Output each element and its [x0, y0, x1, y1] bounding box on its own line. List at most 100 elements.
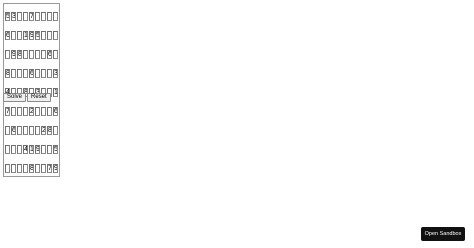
board-cell-container — [23, 43, 28, 61]
board-row — [5, 157, 58, 175]
board-cell-container — [11, 5, 16, 23]
board-cell-container — [11, 100, 16, 118]
board-cell-container — [35, 119, 40, 137]
board-cell-container — [35, 24, 40, 42]
sudoku-cell-input[interactable] — [35, 164, 40, 173]
open-sandbox-button[interactable]: Open Sandbox — [421, 227, 465, 241]
sudoku-cell-input[interactable] — [53, 164, 58, 173]
sudoku-cell-input[interactable] — [41, 31, 46, 40]
sudoku-cell-input[interactable] — [11, 145, 16, 154]
sudoku-cell-input[interactable] — [47, 31, 52, 40]
sudoku-cell-input[interactable] — [29, 69, 34, 78]
sudoku-cell-input[interactable] — [41, 126, 46, 135]
sudoku-cell-input[interactable] — [47, 164, 52, 173]
sudoku-cell-input[interactable] — [35, 50, 40, 59]
sudoku-cell-input[interactable] — [53, 12, 58, 21]
board-row — [5, 62, 58, 80]
sudoku-cell-input[interactable] — [29, 164, 34, 173]
sudoku-cell-input[interactable] — [17, 145, 22, 154]
sudoku-cell-input[interactable] — [17, 107, 22, 116]
sudoku-cell-input[interactable] — [5, 31, 10, 40]
sudoku-cell-input[interactable] — [17, 50, 22, 59]
board-cell-container — [23, 119, 28, 137]
sudoku-cell-input[interactable] — [53, 31, 58, 40]
solve-button[interactable]: Solve — [3, 93, 27, 102]
sudoku-cell-input[interactable] — [17, 126, 22, 135]
sudoku-cell-input[interactable] — [53, 88, 58, 97]
board-cell-container — [41, 157, 46, 175]
sudoku-cell-input[interactable] — [47, 50, 52, 59]
sudoku-cell-input[interactable] — [41, 50, 46, 59]
board-cell-container — [53, 81, 58, 99]
sudoku-cell-input[interactable] — [5, 164, 10, 173]
sudoku-cell-input[interactable] — [23, 107, 28, 116]
sudoku-cell-input[interactable] — [23, 50, 28, 59]
board-cell-container — [41, 119, 46, 137]
sudoku-cell-input[interactable] — [35, 126, 40, 135]
sudoku-cell-input[interactable] — [53, 145, 58, 154]
sudoku-cell-input[interactable] — [35, 69, 40, 78]
sudoku-cell-input[interactable] — [11, 31, 16, 40]
reset-button[interactable]: Reset — [27, 93, 51, 102]
sudoku-cell-input[interactable] — [23, 69, 28, 78]
board-cell-container — [17, 119, 22, 137]
sudoku-cell-input[interactable] — [47, 107, 52, 116]
board-cell-container — [17, 43, 22, 61]
sudoku-cell-input[interactable] — [29, 12, 34, 21]
board-row — [5, 100, 58, 118]
sudoku-cell-input[interactable] — [53, 50, 58, 59]
sudoku-cell-input[interactable] — [35, 145, 40, 154]
sudoku-cell-input[interactable] — [5, 126, 10, 135]
sudoku-cell-input[interactable] — [41, 12, 46, 21]
sudoku-cell-input[interactable] — [5, 50, 10, 59]
sudoku-cell-input[interactable] — [35, 107, 40, 116]
board-cell-container — [47, 119, 52, 137]
sudoku-cell-input[interactable] — [47, 126, 52, 135]
sudoku-cell-input[interactable] — [23, 31, 28, 40]
sudoku-cell-input[interactable] — [11, 107, 16, 116]
sudoku-cell-input[interactable] — [11, 50, 16, 59]
sudoku-cell-input[interactable] — [47, 69, 52, 78]
sudoku-cell-input[interactable] — [11, 164, 16, 173]
sudoku-cell-input[interactable] — [17, 31, 22, 40]
board-cell-container — [5, 5, 10, 23]
sudoku-cell-input[interactable] — [11, 12, 16, 21]
sudoku-cell-input[interactable] — [35, 12, 40, 21]
board-cell-container — [11, 62, 16, 80]
board-cell-container — [29, 100, 34, 118]
sudoku-cell-input[interactable] — [41, 69, 46, 78]
sudoku-cell-input[interactable] — [41, 107, 46, 116]
sudoku-cell-input[interactable] — [23, 164, 28, 173]
board-cell-container — [29, 62, 34, 80]
board-cell-container — [47, 62, 52, 80]
sudoku-cell-input[interactable] — [53, 69, 58, 78]
sudoku-cell-input[interactable] — [41, 164, 46, 173]
sudoku-cell-input[interactable] — [23, 145, 28, 154]
sudoku-cell-input[interactable] — [17, 164, 22, 173]
board-cell-container — [41, 43, 46, 61]
sudoku-cell-input[interactable] — [5, 107, 10, 116]
sudoku-cell-input[interactable] — [29, 50, 34, 59]
sudoku-cell-input[interactable] — [17, 69, 22, 78]
sudoku-cell-input[interactable] — [5, 12, 10, 21]
sudoku-cell-input[interactable] — [11, 69, 16, 78]
sudoku-cell-input[interactable] — [29, 107, 34, 116]
sudoku-cell-input[interactable] — [17, 12, 22, 21]
sudoku-cell-input[interactable] — [47, 12, 52, 21]
sudoku-cell-input[interactable] — [5, 69, 10, 78]
board-cell-container — [41, 100, 46, 118]
board-cell-container — [23, 157, 28, 175]
sudoku-cell-input[interactable] — [23, 126, 28, 135]
sudoku-cell-input[interactable] — [35, 31, 40, 40]
sudoku-cell-input[interactable] — [29, 145, 34, 154]
sudoku-cell-input[interactable] — [41, 145, 46, 154]
sudoku-cell-input[interactable] — [11, 126, 16, 135]
sudoku-cell-input[interactable] — [53, 107, 58, 116]
sudoku-cell-input[interactable] — [23, 12, 28, 21]
sudoku-cell-input[interactable] — [29, 31, 34, 40]
sudoku-cell-input[interactable] — [29, 126, 34, 135]
board-cell-container — [5, 157, 10, 175]
sudoku-cell-input[interactable] — [5, 145, 10, 154]
sudoku-cell-input[interactable] — [53, 126, 58, 135]
sudoku-cell-input[interactable] — [47, 145, 52, 154]
